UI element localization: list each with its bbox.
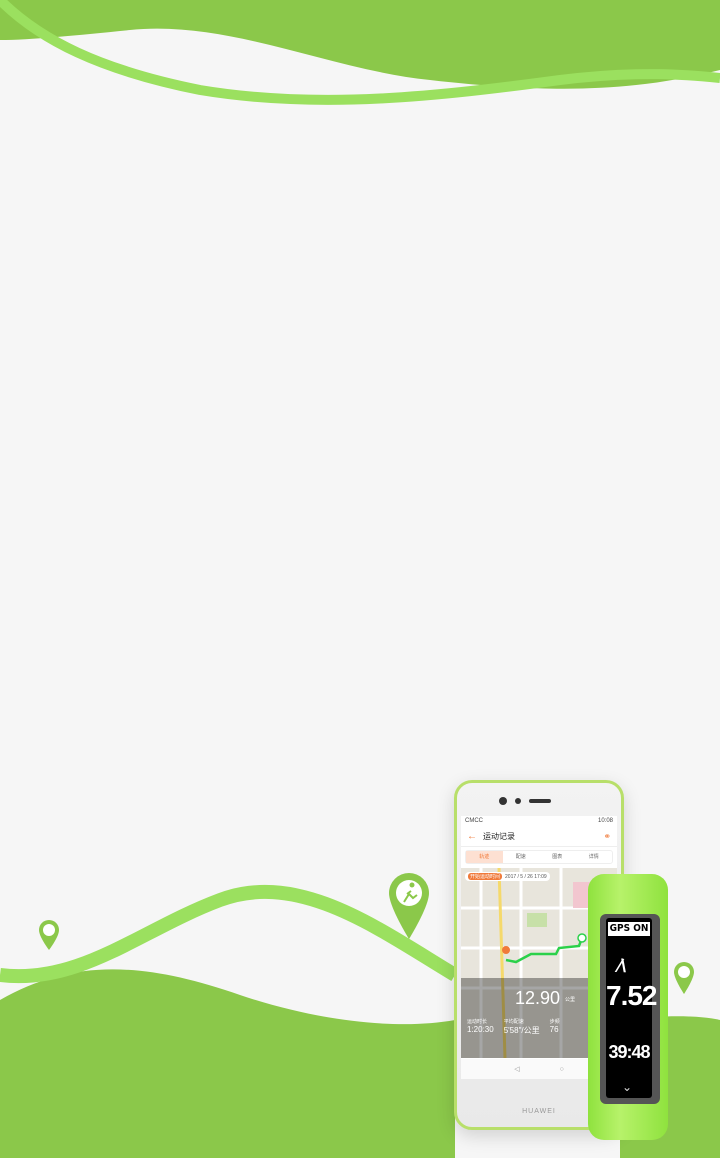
tab-chart[interactable]: 图表 — [539, 851, 576, 863]
fitness-band: GPS ON ⁄\ 7.52 39:48 ⌄ — [588, 874, 668, 1140]
chevron-down-icon: ⌄ — [622, 1080, 633, 1094]
road-icon: ⁄\ — [618, 956, 627, 976]
running-person-pin-icon-right — [674, 962, 694, 994]
band-time: 39:48 — [608, 1042, 650, 1062]
earpiece — [529, 799, 551, 803]
tab-track[interactable]: 轨迹 — [466, 851, 503, 863]
app-title-bar: ← 运动记录 ⚭ — [461, 826, 617, 847]
share-icon[interactable]: ⚭ — [603, 831, 611, 842]
stat-pace: 平均配速 5'58"/公里 — [503, 1019, 540, 1035]
tab-pace[interactable]: 配速 — [503, 851, 540, 863]
start-time: 2017 / 5 / 26 17:09 — [505, 873, 547, 880]
bottom-wave-line — [0, 884, 459, 984]
record-tabs: 轨迹 配速 图表 详情 — [465, 850, 613, 864]
home-circle-icon[interactable]: ○ — [560, 1066, 564, 1073]
sensor — [515, 798, 521, 804]
stat-cadence: 步频 76 — [549, 1019, 560, 1034]
back-arrow-icon[interactable]: ← — [467, 831, 477, 842]
start-time-badge: 开始运动时间 2017 / 5 / 26 17:09 — [465, 872, 550, 881]
running-person-pin-icon-left — [39, 920, 59, 950]
poster-canvas: CMCC 10:08 ← 运动记录 ⚭ 轨迹 配速 图表 详情 开始运动时间 2… — [0, 0, 720, 1158]
total-distance: 12.90 — [515, 988, 561, 1008]
band-speed: 7.52 — [606, 980, 658, 1011]
start-marker — [502, 946, 510, 954]
back-triangle-icon[interactable]: ◁ — [514, 1065, 519, 1073]
front-camera — [499, 797, 507, 805]
start-time-tag: 开始运动时间 — [468, 873, 503, 880]
gps-status: GPS ON — [608, 922, 650, 936]
stat-duration: 运动时长 1:20:30 — [467, 1019, 494, 1034]
clock: 10:08 — [597, 818, 613, 824]
end-marker — [577, 933, 587, 943]
carrier-label: CMCC — [465, 818, 483, 824]
running-person-pin-icon — [389, 873, 429, 939]
bottom-wave — [0, 969, 455, 1158]
page-title: 运动记录 — [483, 831, 515, 841]
status-bar: CMCC 10:08 — [461, 816, 617, 826]
tab-details[interactable]: 详情 — [576, 851, 613, 863]
distance-unit: 公里 — [565, 997, 576, 1003]
